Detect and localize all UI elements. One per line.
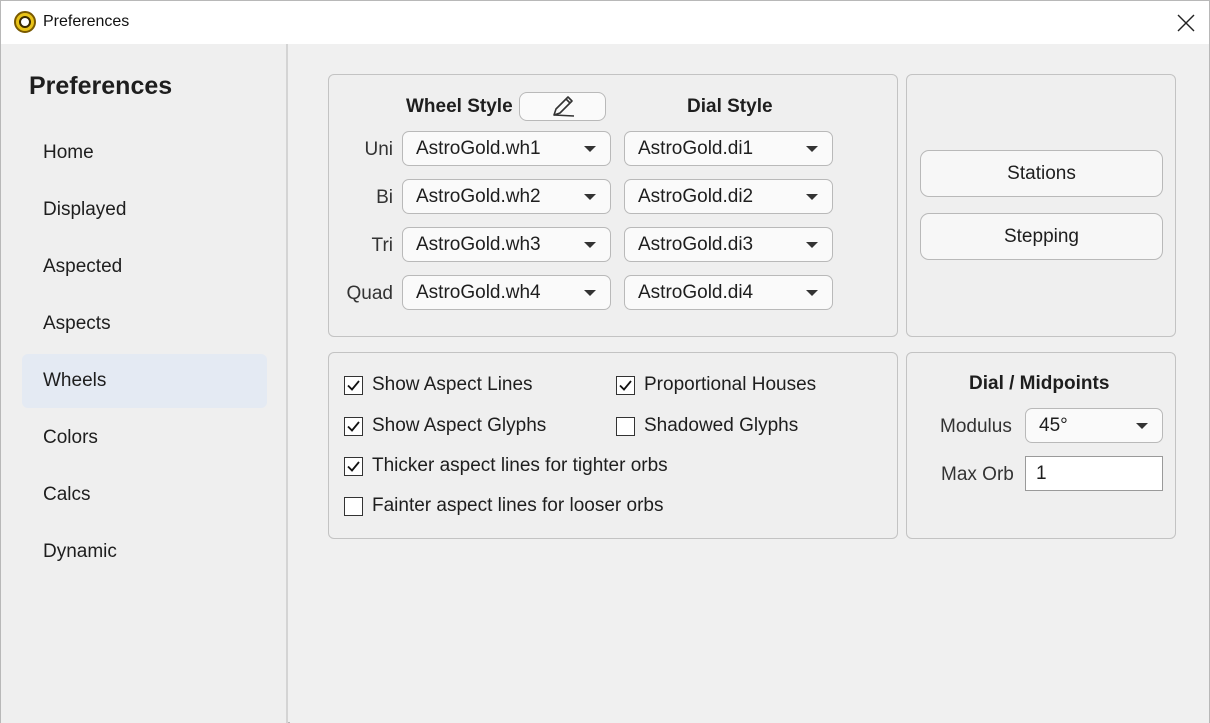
max-orb-label: Max Orb [941, 464, 1014, 485]
window-title: Preferences [43, 13, 130, 30]
checkbox-label: Proportional Houses [644, 374, 817, 395]
dial-style-quad-select[interactable]: AstroGold.di4 [624, 275, 833, 310]
sidebar-item-label: Aspects [43, 313, 111, 334]
dropdown-value: AstroGold.di3 [638, 233, 754, 255]
show-aspect-lines-checkbox[interactable] [344, 375, 363, 395]
sidebar-item-aspected[interactable]: Aspected [22, 240, 267, 294]
caret-down-icon [1136, 423, 1148, 429]
dial-style-uni-select[interactable]: AstroGold.di1 [624, 131, 833, 166]
wheel-style-tri-select[interactable]: AstroGold.wh3 [402, 227, 611, 262]
stations-button[interactable]: Stations [920, 150, 1163, 197]
max-orb-input[interactable] [1025, 456, 1163, 491]
shadowed-glyphs-option[interactable]: Shadowed Glyphs [616, 415, 798, 437]
sidebar-item-wheels[interactable]: Wheels [22, 354, 267, 408]
dropdown-value: AstroGold.di4 [638, 281, 754, 303]
modulus-label: Modulus [940, 416, 1012, 437]
thicker-lines-option[interactable]: Thicker aspect lines for tighter orbs [344, 455, 668, 477]
caret-down-icon [584, 194, 596, 200]
checkbox-label: Show Aspect Lines [372, 374, 533, 395]
sidebar-item-calcs[interactable]: Calcs [22, 468, 267, 522]
dial-midpoints-group: Dial / Midpoints Modulus 45° Max Orb [906, 352, 1176, 539]
checkbox-label: Shadowed Glyphs [644, 415, 799, 436]
caret-down-icon [806, 146, 818, 152]
dropdown-value: AstroGold.wh2 [416, 185, 541, 207]
checkbox-label: Show Aspect Glyphs [372, 415, 547, 436]
preferences-window: Preferences Preferences Home Displayed A… [0, 0, 1210, 723]
row-label-quad: Quad [346, 283, 393, 304]
row-label-uni: Uni [364, 139, 393, 160]
show-aspect-glyphs-checkbox[interactable] [344, 416, 363, 436]
show-aspect-lines-option[interactable]: Show Aspect Lines [344, 374, 533, 396]
dial-style-header: Dial Style [687, 96, 773, 117]
sidebar-item-home[interactable]: Home [22, 126, 267, 180]
fainter-lines-option[interactable]: Fainter aspect lines for looser orbs [344, 495, 663, 517]
dial-style-tri-select[interactable]: AstroGold.di3 [624, 227, 833, 262]
sidebar-item-colors[interactable]: Colors [22, 411, 267, 465]
caret-down-icon [806, 194, 818, 200]
content-area: Wheel Style Dial Style Uni AstroGold.wh1… [290, 44, 1209, 723]
actions-group: Stations Stepping [906, 74, 1176, 337]
sidebar-item-aspects[interactable]: Aspects [22, 297, 267, 351]
fainter-lines-checkbox[interactable] [344, 496, 363, 516]
row-label-tri: Tri [371, 235, 393, 256]
checkbox-label: Thicker aspect lines for tighter orbs [372, 455, 668, 476]
checkmark-icon [347, 420, 360, 432]
dropdown-value: AstroGold.di2 [638, 185, 754, 207]
title-bar: Preferences [1, 1, 1209, 44]
dial-midpoints-title: Dial / Midpoints [969, 373, 1110, 394]
close-icon [1177, 14, 1195, 31]
proportional-houses-checkbox[interactable] [616, 375, 635, 395]
dropdown-value: AstroGold.wh4 [416, 281, 541, 303]
modulus-select[interactable]: 45° [1025, 408, 1163, 443]
close-button[interactable] [1163, 1, 1209, 44]
dropdown-value: AstroGold.di1 [638, 137, 754, 159]
show-aspect-glyphs-option[interactable]: Show Aspect Glyphs [344, 415, 546, 437]
checkmark-icon [347, 379, 360, 391]
shadowed-glyphs-checkbox[interactable] [616, 416, 635, 436]
checkmark-icon [619, 379, 632, 391]
sidebar-item-dynamic[interactable]: Dynamic [22, 525, 267, 579]
sidebar-item-label: Dynamic [43, 541, 117, 562]
dropdown-value: AstroGold.wh3 [416, 233, 541, 255]
dropdown-value: 45° [1039, 414, 1068, 436]
sidebar-item-label: Aspected [43, 256, 123, 277]
caret-down-icon [584, 146, 596, 152]
sidebar-item-label: Calcs [43, 484, 91, 505]
wheel-style-quad-select[interactable]: AstroGold.wh4 [402, 275, 611, 310]
caret-down-icon [584, 290, 596, 296]
edit-style-button[interactable] [519, 92, 606, 121]
dial-style-bi-select[interactable]: AstroGold.di2 [624, 179, 833, 214]
caret-down-icon [806, 290, 818, 296]
sidebar-item-label: Home [43, 142, 94, 163]
display-options-group: Show Aspect Lines Proportional Houses Sh… [328, 352, 898, 539]
wheel-style-uni-select[interactable]: AstroGold.wh1 [402, 131, 611, 166]
wheel-style-bi-select[interactable]: AstroGold.wh2 [402, 179, 611, 214]
checkbox-label: Fainter aspect lines for looser orbs [372, 495, 664, 516]
styles-group: Wheel Style Dial Style Uni AstroGold.wh1… [328, 74, 898, 337]
sidebar-item-label: Wheels [43, 370, 107, 391]
wheel-style-header: Wheel Style [406, 96, 513, 117]
checkmark-icon [347, 460, 360, 472]
sidebar-item-label: Colors [43, 427, 98, 448]
sidebar-title: Preferences [29, 72, 173, 100]
app-icon [14, 11, 36, 33]
sidebar-item-displayed[interactable]: Displayed [22, 183, 267, 237]
sidebar-item-label: Displayed [43, 199, 127, 220]
proportional-houses-option[interactable]: Proportional Houses [616, 374, 816, 396]
thicker-lines-checkbox[interactable] [344, 456, 363, 476]
row-label-bi: Bi [376, 187, 393, 208]
stepping-button[interactable]: Stepping [920, 213, 1163, 260]
caret-down-icon [584, 242, 596, 248]
pencil-icon [552, 95, 574, 117]
sidebar: Preferences Home Displayed Aspected Aspe… [1, 44, 288, 723]
dropdown-value: AstroGold.wh1 [416, 137, 541, 159]
caret-down-icon [806, 242, 818, 248]
